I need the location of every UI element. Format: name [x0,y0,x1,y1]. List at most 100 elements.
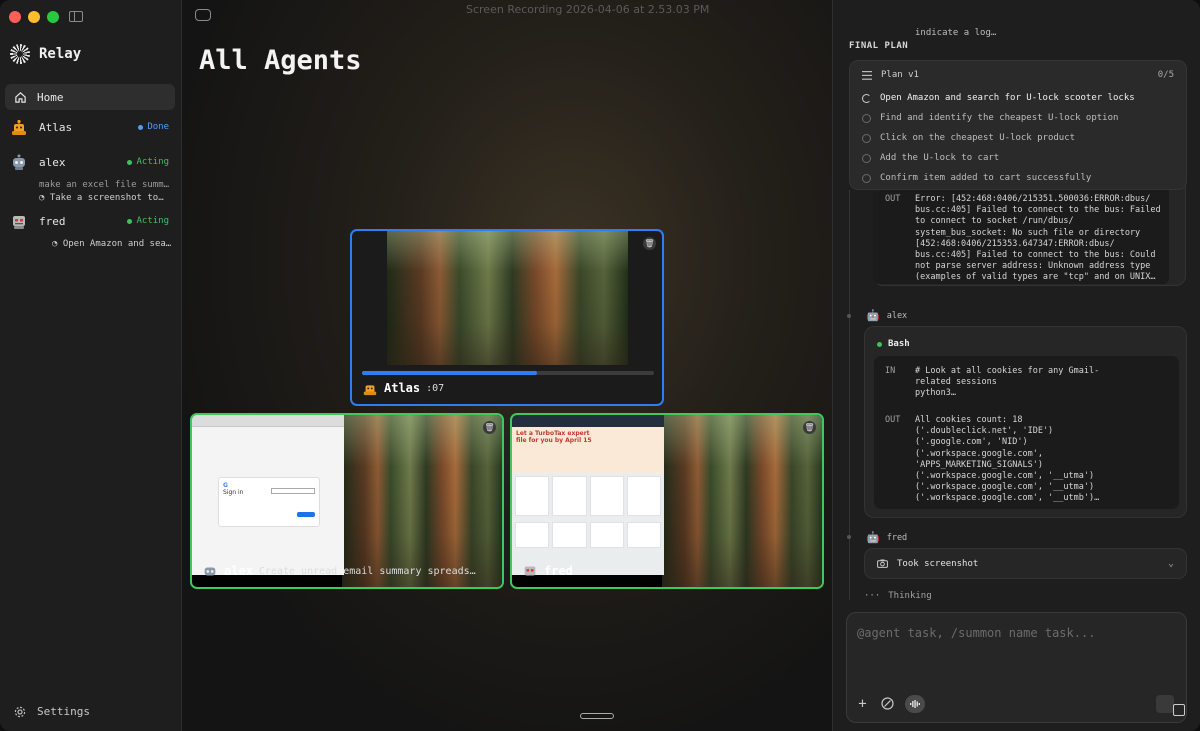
card-label: alex Create unread email summary spreads… [202,563,476,579]
screenshot-label: Took screenshot [897,558,979,569]
card-task: Create unread email summary spreads… [258,565,476,577]
status-badge: Acting [127,216,169,226]
error-output-text: Error: [452:468:0406/215351.500036:ERROR… [915,194,1161,283]
agent-subtask: make an excel file summ… [39,180,170,190]
plan-step: Find and identify the cheapest U-lock op… [850,108,1186,128]
sidebar-toggle-icon[interactable] [69,11,83,22]
card-agent-name: Atlas [384,381,421,395]
circle-icon [862,173,871,183]
activity-panel: indicate a log… FINAL PLAN OUT Error: [4… [832,0,1200,731]
screen-preview [342,415,502,587]
screen-preview [387,231,628,365]
plan-step: Add the U-lock to cart [850,148,1186,168]
promo-banner: Let a TurboTax expert file for you by Ap… [512,427,664,473]
bash-output-text: All cookies count: 18 ('.doubleclick.net… [915,415,1100,504]
minimize-window-button[interactable] [28,11,40,23]
speaker-fred: 🤖 fred [866,531,908,544]
agent-card-atlas[interactable]: 🗑 Atlas :07 [350,229,664,406]
agent-name: fred [39,214,66,228]
window-title: Screen Recording 2026-04-06 at 2.53.03 P… [466,3,710,16]
bash-tool-card[interactable]: Bash IN # Look at all cookies for any Gm… [864,326,1187,518]
close-window-button[interactable] [9,11,21,23]
chat-icon[interactable] [195,9,211,21]
red-robot-icon [9,211,29,231]
sidebar-nav: Home [5,84,175,110]
sidebar-item-atlas[interactable]: Atlas Done [9,117,169,137]
home-icon [15,91,26,103]
card-label: Atlas :07 [362,380,444,396]
agent-current-action: ◔ Open Amazon and searc… [52,239,172,249]
plan-count: 0/5 [1157,70,1174,80]
in-label: IN [885,366,896,376]
status-badge: Acting [127,157,169,167]
trash-icon[interactable]: 🗑 [803,421,816,434]
composer: + [846,612,1187,723]
timeline-dot [847,535,851,539]
gray-robot-icon: 🤖 [866,309,880,322]
agent-name: Atlas [39,120,73,134]
sidebar-item-fred[interactable]: fred Acting [9,211,169,231]
browser-screenshot: G Sign in [192,415,344,575]
agent-card-fred[interactable]: Let a TurboTax expert file for you by Ap… [510,413,824,589]
slash-circle-icon[interactable] [880,696,895,711]
status-badge: Done [138,122,169,132]
playback-progress[interactable] [362,371,654,375]
plus-icon[interactable]: + [855,696,870,712]
gray-robot-icon [9,152,29,172]
page-title: All Agents [199,45,362,76]
circle-icon [862,113,871,123]
settings-button[interactable]: Settings [14,705,90,718]
brand-name: Relay [39,46,82,62]
chevron-down-icon[interactable]: ⌄ [1168,558,1174,569]
progress-fill [362,371,538,375]
sidebar-item-home[interactable]: Home [5,84,175,110]
gray-robot-icon [204,567,216,576]
orange-robot-icon [9,117,29,137]
bash-body: IN # Look at all cookies for any Gmail- … [874,356,1179,509]
voice-waveform-icon[interactable] [905,695,925,713]
settings-label: Settings [37,705,90,718]
list-icon [862,70,872,80]
sign-in-dialog: G Sign in [218,477,320,527]
camera-icon [877,559,888,568]
sidebar: Relay Home Atlas Done alex Acting make a… [0,0,182,731]
agent-card-alex[interactable]: G Sign in 🗑 alex Create unread email sum… [190,413,504,589]
card-agent-name: fred [544,564,573,578]
bash-input-text: # Look at all cookies for any Gmail- rel… [915,366,1100,399]
timeline-dot [847,314,851,318]
speaker-alex: 🤖 alex [866,309,908,322]
trash-icon[interactable]: 🗑 [643,237,656,250]
agent-name: alex [39,155,66,169]
gear-icon [14,706,26,717]
orange-robot-icon [363,385,377,396]
tool-output-body: OUT Error: [452:468:0406/215351.500036:E… [873,186,1169,284]
bash-header: Bash [877,339,910,349]
maximize-window-button[interactable] [47,11,59,23]
task-input[interactable] [857,626,1177,640]
drag-handle[interactable] [580,713,614,719]
relay-logo-icon [10,44,30,64]
plan-title: Plan v1 [881,70,919,80]
focus-frame-icon[interactable] [1173,704,1185,716]
card-agent-name: alex [224,564,253,578]
screenshot-event[interactable]: Took screenshot ⌄ [864,548,1187,579]
agent-current-action: ◔ Take a screenshot to… [39,193,164,203]
out-label: OUT [885,415,901,425]
screen-preview [662,415,822,587]
trash-icon[interactable]: 🗑 [483,421,496,434]
thinking-indicator: ··· Thinking [864,591,932,601]
send-button[interactable] [1156,695,1174,713]
plan-step: Open Amazon and search for U-lock scoote… [850,88,1186,108]
app-window: Relay Home Atlas Done alex Acting make a… [0,0,1200,731]
circle-icon [862,133,871,143]
plan-header: Plan v1 0/5 [850,61,1186,80]
red-robot-icon: 🤖 [866,531,880,544]
browser-screenshot: Let a TurboTax expert file for you by Ap… [512,415,664,575]
dots-icon: ··· [864,591,881,601]
red-robot-icon [524,566,536,576]
plan-step: Confirm item added to cart successfully [850,168,1186,188]
status-dot [877,341,882,347]
card-label: fred [522,563,573,579]
circle-icon [862,153,871,163]
sidebar-item-alex[interactable]: alex Acting [9,152,169,172]
